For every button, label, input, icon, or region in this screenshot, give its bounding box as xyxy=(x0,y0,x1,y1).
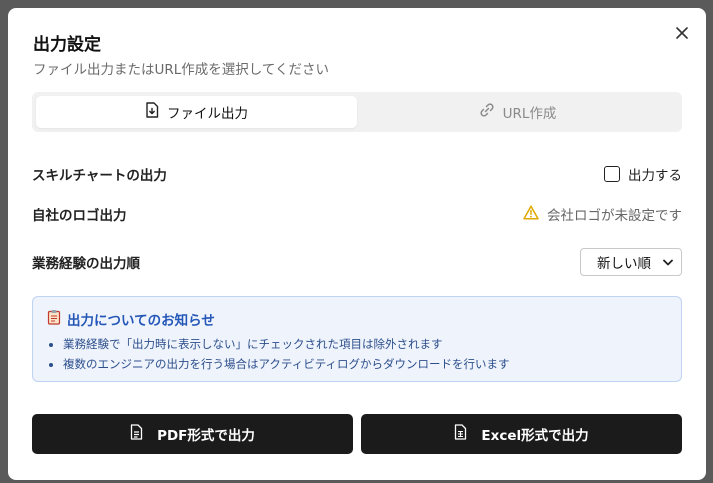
close-icon[interactable] xyxy=(673,24,691,42)
spreadsheet-icon xyxy=(454,424,467,444)
order-select[interactable]: 新しい順 xyxy=(580,248,682,276)
tab-file-output[interactable]: ファイル出力 xyxy=(36,96,357,128)
output-settings-dialog: 出力設定 ファイル出力またはURL作成を選択してください ファイル出力 URL作… xyxy=(8,8,706,480)
link-icon xyxy=(479,102,495,122)
tab-url-create-label: URL作成 xyxy=(502,106,557,122)
excel-export-button[interactable]: Excel形式で出力 xyxy=(361,414,682,454)
pdf-export-button[interactable]: PDF形式で出力 xyxy=(32,414,353,454)
excel-export-label: Excel形式で出力 xyxy=(481,428,589,444)
file-download-icon xyxy=(145,102,159,122)
notice-title: 出力についてのお知らせ xyxy=(67,313,215,329)
skill-chart-checkbox-group[interactable]: 出力する xyxy=(604,164,682,184)
order-label: 業務経験の出力順 xyxy=(32,256,140,272)
order-row: 業務経験の出力順 新しい順 xyxy=(32,248,682,276)
dialog-subtitle: ファイル出力またはURL作成を選択してください xyxy=(33,62,329,78)
logo-label: 自社のロゴ出力 xyxy=(32,208,127,224)
notice-item: 業務経験で「出力時に表示しない」にチェックされた項目は除外されます xyxy=(63,334,667,354)
clipboard-icon xyxy=(47,309,61,329)
skill-chart-checkbox-label[interactable]: 出力する xyxy=(628,164,682,184)
skill-chart-row: スキルチャートの出力 出力する xyxy=(32,161,682,187)
notice-list: 業務経験で「出力時に表示しない」にチェックされた項目は除外されます 複数のエンジ… xyxy=(47,334,667,374)
chevron-down-icon xyxy=(663,254,673,270)
document-icon xyxy=(130,424,143,444)
tab-url-create[interactable]: URL作成 xyxy=(357,96,678,128)
dialog-title: 出力設定 xyxy=(33,35,101,55)
logo-row: 自社のロゴ出力 会社ロゴが未設定です xyxy=(32,201,682,227)
order-select-value: 新しい順 xyxy=(597,256,651,272)
logo-warning: 会社ロゴが未設定です xyxy=(523,204,682,224)
warning-icon xyxy=(523,204,539,224)
tab-file-output-label: ファイル出力 xyxy=(167,106,248,122)
logo-warning-text: 会社ロゴが未設定です xyxy=(547,208,682,224)
pdf-export-label: PDF形式で出力 xyxy=(157,428,255,444)
notice-item: 複数のエンジニアの出力を行う場合はアクティビティログからダウンロードを行います xyxy=(63,354,667,374)
skill-chart-label: スキルチャートの出力 xyxy=(32,168,167,184)
output-notice: 出力についてのお知らせ 業務経験で「出力時に表示しない」にチェックされた項目は除… xyxy=(32,296,682,382)
output-mode-tabs: ファイル出力 URL作成 xyxy=(32,92,682,132)
skill-chart-checkbox[interactable] xyxy=(604,166,620,182)
